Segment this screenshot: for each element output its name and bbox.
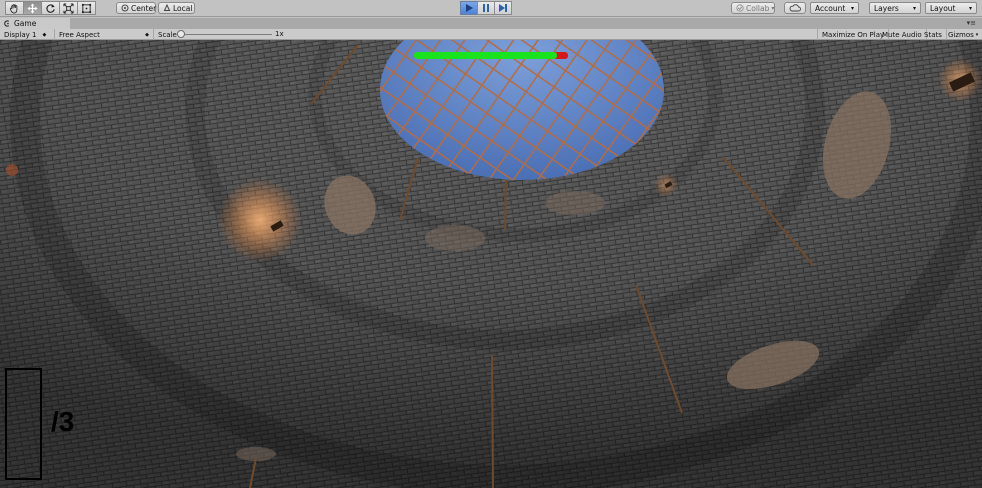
playback-controls [460,1,512,15]
display-caret-icon: ◆ [42,31,47,38]
display-label: Display 1 [4,30,37,39]
collab-check-icon [736,4,744,12]
health-bar [414,52,568,59]
scale-icon [63,2,74,14]
tab-game-label: Game [14,19,37,28]
rect-tool-button[interactable] [77,1,96,15]
play-button[interactable] [460,1,478,15]
scale-tool-button[interactable] [59,1,78,15]
tab-bar: Game ▾≡ [0,18,982,29]
aspect-dropdown[interactable]: Free Aspect ◆ [55,29,154,40]
account-dropdown[interactable]: Account ▾ [810,2,859,14]
layers-label: Layers [874,3,899,13]
layout-dropdown[interactable]: Layout ▾ [925,2,977,14]
aspect-caret-icon: ◆ [145,31,149,38]
rect-icon [81,3,92,13]
account-caret-icon: ▾ [850,4,854,12]
maximize-label: Maximize On Play [822,30,885,39]
collab-label: Collab [746,3,770,13]
ember [6,164,18,176]
move-icon [27,2,38,14]
pause-icon [483,4,489,12]
scale-label: Scale [158,30,177,39]
stats-label: Stats [924,30,942,39]
pivot-icon [121,4,129,12]
layers-caret-icon: ▾ [912,4,916,12]
scale-value: 1x [275,30,284,38]
hand-tool-button[interactable] [5,1,24,15]
rotate-icon [46,3,55,13]
scale-slider-thumb[interactable] [177,30,185,38]
torch-glow [218,178,302,262]
step-icon [499,4,507,12]
mute-label: Mute Audio [882,30,922,39]
display-dropdown[interactable]: Display 1 ◆ [0,29,55,40]
pivot-label: Center [131,3,157,13]
tab-menu-icon[interactable]: ▾≡ [967,19,976,27]
step-button[interactable] [494,1,512,15]
cloud-button[interactable] [784,2,806,14]
space-label: Local [173,3,193,13]
tab-game[interactable]: Game [0,18,70,29]
wall-platform [425,225,485,251]
space-toggle-button[interactable]: Local [158,2,195,14]
gizmos-label: Gizmos [948,30,974,39]
ammo-counter: /3 [51,406,75,437]
game-view-toolbar: Display 1 ◆ Free Aspect ◆ Scale 1x Maxim… [0,29,982,40]
collab-caret-icon: ▾ [771,4,775,12]
layout-label: Layout [930,3,956,13]
wall-platform [545,191,605,215]
game-tab-icon [4,20,10,27]
layers-dropdown[interactable]: Layers ▾ [869,2,921,14]
game-viewport[interactable]: /3 [0,40,982,488]
transform-tools [5,1,96,15]
pause-button[interactable] [477,1,495,15]
gizmos-dropdown[interactable]: Gizmos ▾ [944,29,982,40]
gizmos-caret-icon: ▾ [975,31,979,38]
move-tool-button[interactable] [23,1,42,15]
account-label: Account [815,3,846,13]
play-icon [466,4,473,12]
cloud-icon [789,4,801,12]
main-toolbar: Center Local Collab ▾ Account ▾ Layers ▾… [0,0,982,17]
health-bar-fill [414,52,558,59]
collab-button[interactable]: Collab ▾ [731,2,775,14]
aspect-label: Free Aspect [59,30,100,39]
hand-icon [9,3,18,13]
local-space-icon [163,4,171,12]
rotate-tool-button[interactable] [41,1,60,15]
tower-scene [0,40,982,488]
ammo-slot [5,368,42,480]
stats-toggle[interactable]: Stats [920,29,947,40]
scale-slider-track[interactable] [180,34,272,35]
pivot-toggle-button[interactable]: Center [116,2,156,14]
layout-caret-icon: ▾ [968,4,972,12]
